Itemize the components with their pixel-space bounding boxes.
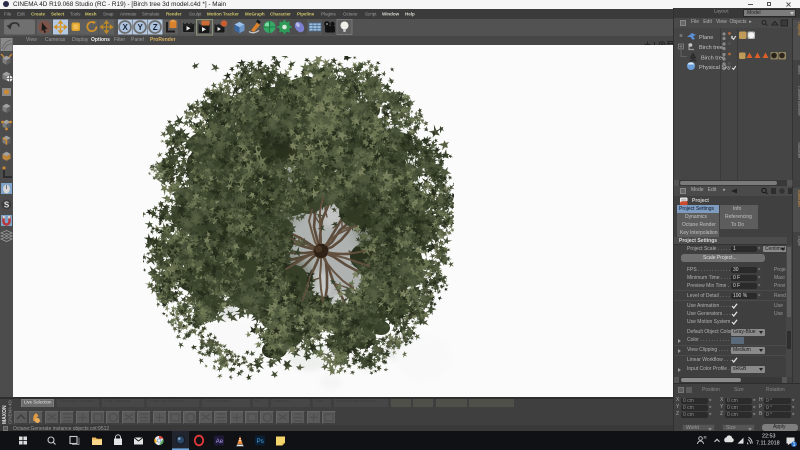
svg-text:Birch tree: Birch tree (701, 56, 725, 62)
svg-text:Z: Z (153, 23, 158, 32)
svg-text:1: 1 (793, 442, 796, 448)
svg-text:Physical Sky: Physical Sky (699, 65, 731, 71)
svg-text:Ae: Ae (216, 439, 224, 445)
svg-text:S: S (4, 201, 10, 210)
svg-text:R: R (704, 435, 708, 440)
svg-text:Birch tree: Birch tree (699, 45, 723, 51)
svg-text:Plane: Plane (699, 35, 713, 41)
svg-text:X: X (123, 23, 129, 32)
svg-text:Y: Y (138, 23, 144, 32)
svg-text:Ps: Ps (257, 439, 264, 445)
